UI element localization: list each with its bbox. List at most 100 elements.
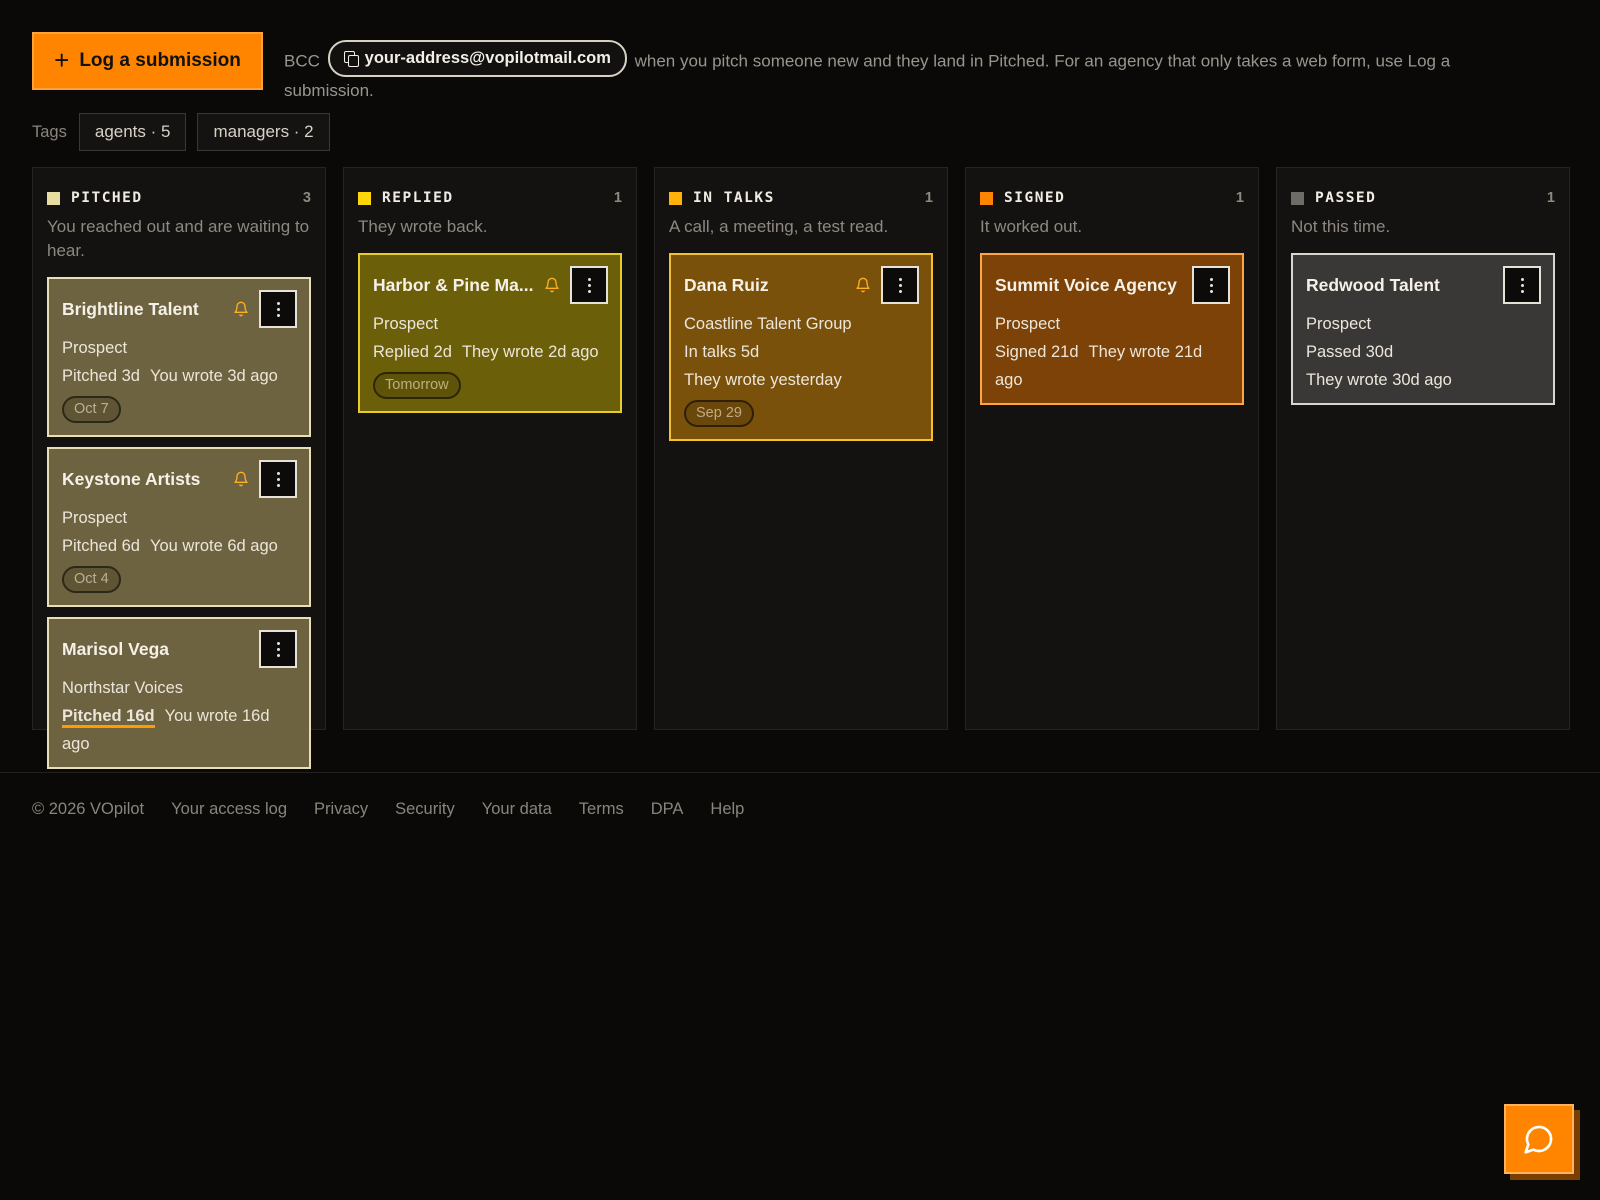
follow-up-date-chip: Oct 7 xyxy=(62,396,121,423)
column-title: IN TALKS xyxy=(693,190,775,206)
card-status-line: Signed 21d They wrote 21d ago xyxy=(995,338,1230,394)
chat-button[interactable] xyxy=(1504,1104,1574,1174)
card-subtitle: Prospect xyxy=(373,315,439,333)
bcc-address: your-address@vopilotmail.com xyxy=(364,49,611,67)
card-name: Redwood Talent xyxy=(1306,274,1440,295)
column-description: Not this time. xyxy=(1291,217,1391,236)
bell-icon xyxy=(234,301,248,317)
column-count: 3 xyxy=(302,190,311,206)
card-marisol-vega[interactable]: Marisol Vega Northstar Voices Pitched 16… xyxy=(47,617,311,769)
follow-up-date-chip: Sep 29 xyxy=(684,400,754,427)
card-name: Brightline Talent xyxy=(62,298,199,319)
column-title: PASSED xyxy=(1315,190,1377,206)
card-status-line: Pitched 16d You wrote 16d ago xyxy=(62,702,297,758)
card-subtitle: Prospect xyxy=(62,509,128,527)
footer-copyright: © 2026 VOpilot xyxy=(32,800,145,818)
column-description: A call, a meeting, a test read. xyxy=(669,217,889,236)
column-color-swatch xyxy=(980,191,993,205)
column-header: PITCHED 3 xyxy=(47,190,311,206)
column-in-talks: IN TALKS 1 A call, a meeting, a test rea… xyxy=(654,167,948,730)
column-color-swatch xyxy=(669,191,682,205)
footer-link-terms[interactable]: Terms xyxy=(579,800,624,819)
log-submission-label: Log a submission xyxy=(79,50,241,71)
card-dana-ruiz[interactable]: Dana Ruiz Coastline Talent Group In talk… xyxy=(669,253,933,441)
card-subtitle: Northstar Voices xyxy=(62,679,184,697)
card-last-contact: They wrote yesterday xyxy=(684,371,842,389)
card-menu-button[interactable] xyxy=(1192,266,1230,304)
chat-bubble-icon xyxy=(1524,1125,1553,1154)
bcc-address-copy-button[interactable]: your-address@vopilotmail.com xyxy=(327,40,627,77)
copy-icon xyxy=(343,50,359,67)
column-header: IN TALKS 1 xyxy=(669,190,933,206)
card-summit-voice-agency[interactable]: Summit Voice Agency Prospect Signed 21d T… xyxy=(980,253,1244,405)
card-last-contact: They wrote 2d ago xyxy=(461,343,599,361)
bcc-prefix: BCC xyxy=(284,51,320,71)
footer: © 2026 VOpilot Your access log Privacy S… xyxy=(32,800,744,819)
column-passed: PASSED 1 Not this time. Redwood Talent P… xyxy=(1276,167,1570,730)
card-menu-button[interactable] xyxy=(1503,266,1541,304)
card-status-line: Pitched 6d You wrote 6d ago xyxy=(62,532,297,560)
bcc-instructions: BCC your-address@vopilotmail.com when yo… xyxy=(284,40,1540,105)
card-subtitle: Prospect xyxy=(995,315,1061,333)
card-name: Marisol Vega xyxy=(62,638,169,659)
footer-link-help[interactable]: Help xyxy=(710,800,744,819)
column-count: 1 xyxy=(613,190,622,206)
card-menu-button[interactable] xyxy=(570,266,608,304)
log-submission-button[interactable]: + Log a submission xyxy=(32,32,263,90)
column-count: 1 xyxy=(924,190,933,206)
card-status-stale: Pitched 16d xyxy=(62,707,155,728)
footer-link-privacy[interactable]: Privacy xyxy=(314,800,368,819)
card-redwood-talent[interactable]: Redwood Talent Prospect Passed 30d They … xyxy=(1291,253,1555,405)
column-color-swatch xyxy=(1291,191,1304,205)
card-name: Dana Ruiz xyxy=(684,274,769,295)
card-harbor-pine[interactable]: Harbor & Pine Ma... Prospect Replied 2d T… xyxy=(358,253,622,413)
tag-managers[interactable]: managers · 2 xyxy=(197,113,330,151)
card-status: Signed 21d xyxy=(995,343,1079,361)
card-menu-button[interactable] xyxy=(881,266,919,304)
card-status-line: Replied 2d They wrote 2d ago xyxy=(373,338,608,366)
column-title: SIGNED xyxy=(1004,190,1066,206)
column-signed: SIGNED 1 It worked out. Summit Voice Age… xyxy=(965,167,1259,730)
card-name: Summit Voice Agency xyxy=(995,274,1177,295)
footer-link-security[interactable]: Security xyxy=(395,800,455,819)
tag-agents[interactable]: agents · 5 xyxy=(78,113,187,151)
column-color-swatch xyxy=(358,191,371,205)
card-status: Pitched 3d xyxy=(62,367,140,385)
top-bar: + Log a submission BCC your-address@vopi… xyxy=(32,32,1540,105)
column-header: REPLIED 1 xyxy=(358,190,622,206)
tags-label: Tags xyxy=(32,122,67,141)
footer-link-your-data[interactable]: Your data xyxy=(482,800,552,819)
column-description: It worked out. xyxy=(980,217,1083,236)
card-subtitle: Prospect xyxy=(1306,315,1372,333)
footer-link-dpa[interactable]: DPA xyxy=(651,800,684,819)
card-keystone-artists[interactable]: Keystone Artists Prospect Pitched 6d You … xyxy=(47,447,311,607)
column-color-swatch xyxy=(47,191,60,205)
column-description: They wrote back. xyxy=(358,217,488,236)
card-last-contact: They wrote 30d ago xyxy=(1306,371,1452,389)
column-pitched: PITCHED 3 You reached out and are waitin… xyxy=(32,167,326,769)
card-status: Replied 2d xyxy=(373,343,452,361)
column-count: 1 xyxy=(1546,190,1555,206)
footer-link-access-log[interactable]: Your access log xyxy=(171,800,287,819)
card-subtitle: Coastline Talent Group xyxy=(684,315,852,333)
bell-icon xyxy=(856,277,870,293)
follow-up-date-chip: Oct 4 xyxy=(62,566,121,593)
card-status: Passed 30d xyxy=(1306,343,1394,361)
column-replied: REPLIED 1 They wrote back. Harbor & Pine… xyxy=(343,167,637,730)
card-menu-button[interactable] xyxy=(259,290,297,328)
card-name: Keystone Artists xyxy=(62,468,201,489)
column-title: REPLIED xyxy=(382,190,454,206)
card-menu-button[interactable] xyxy=(259,630,297,668)
column-description: You reached out and are waiting to hear. xyxy=(47,217,310,260)
card-brightline-talent[interactable]: Brightline Talent Prospect Pitched 3d You… xyxy=(47,277,311,437)
card-menu-button[interactable] xyxy=(259,460,297,498)
tags-filter: Tags agents · 5 managers · 2 xyxy=(32,113,330,151)
bell-icon xyxy=(234,471,248,487)
card-name: Harbor & Pine Ma... xyxy=(373,274,534,295)
follow-up-date-chip: Tomorrow xyxy=(373,372,461,399)
column-header: PASSED 1 xyxy=(1291,190,1555,206)
column-count: 1 xyxy=(1235,190,1244,206)
footer-divider xyxy=(0,772,1600,773)
card-last-contact: You wrote 3d ago xyxy=(149,367,278,385)
bell-icon xyxy=(545,277,559,293)
